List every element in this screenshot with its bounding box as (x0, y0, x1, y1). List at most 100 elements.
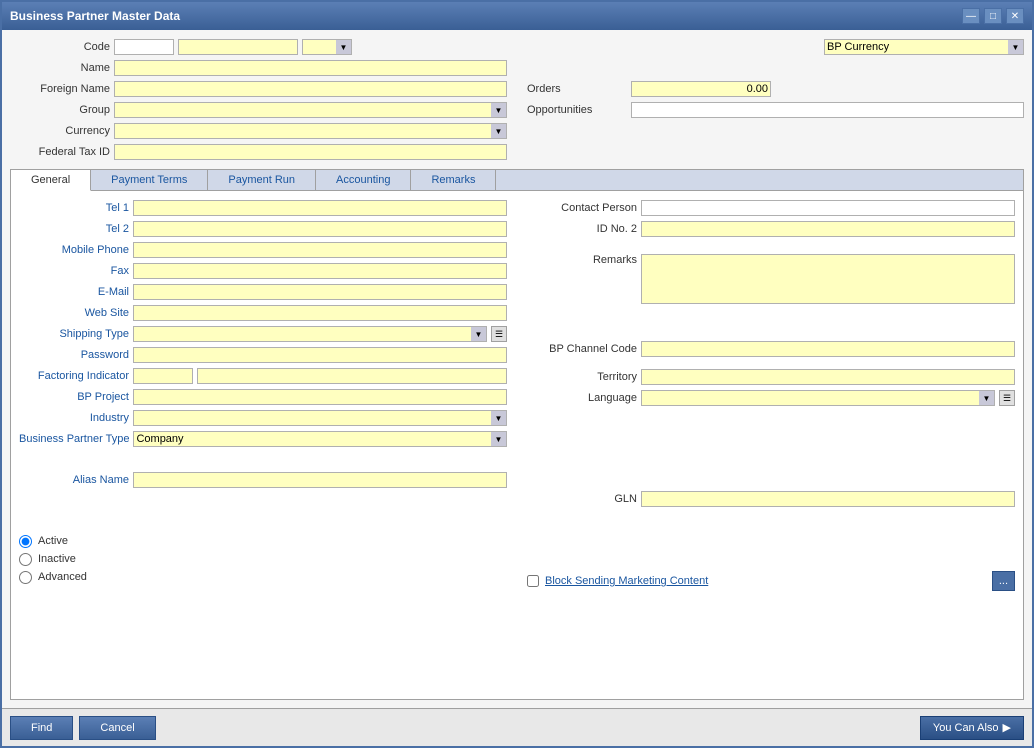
alias-row: Alias Name (19, 471, 507, 489)
password-input[interactable] (133, 347, 507, 363)
code-input1[interactable] (114, 39, 174, 55)
id-no2-input[interactable] (641, 221, 1015, 237)
minimize-button[interactable]: — (962, 8, 980, 24)
territory-row: Territory (527, 368, 1015, 386)
group-label: Group (10, 104, 110, 116)
tab-accounting[interactable]: Accounting (316, 170, 411, 190)
tab-general[interactable]: General (11, 170, 91, 191)
opportunities-label: Opportunities (527, 104, 627, 116)
title-bar: Business Partner Master Data — □ ✕ (2, 2, 1032, 30)
code-select[interactable] (302, 39, 352, 55)
language-select[interactable] (641, 390, 995, 406)
bp-type-select[interactable]: Company (133, 431, 507, 447)
fax-input[interactable] (133, 263, 507, 279)
advanced-radio[interactable] (19, 571, 32, 584)
mobile-input[interactable] (133, 242, 507, 258)
bp-channel-label: BP Channel Code (527, 343, 637, 355)
opportunities-row: Opportunities (527, 101, 1024, 119)
group-row: Group ▼ (10, 101, 507, 119)
active-radio-row: Active (19, 532, 507, 550)
territory-label: Territory (527, 371, 637, 383)
bp-project-label: BP Project (19, 391, 129, 403)
industry-select[interactable] (133, 410, 507, 426)
bp-project-input[interactable] (133, 389, 507, 405)
contact-person-input[interactable] (641, 200, 1015, 216)
factoring-input1[interactable] (133, 368, 193, 384)
shipping-select[interactable] (133, 326, 487, 342)
tel1-row: Tel 1 (19, 199, 507, 217)
code-label: Code (10, 41, 110, 53)
main-window: Business Partner Master Data — □ ✕ Code … (0, 0, 1034, 748)
you-can-also-label: You Can Also (933, 722, 999, 734)
bp-channel-input[interactable] (641, 341, 1015, 357)
tab-payment-run[interactable]: Payment Run (208, 170, 316, 190)
email-input[interactable] (133, 284, 507, 300)
tel1-input[interactable] (133, 200, 507, 216)
bp-project-row: BP Project (19, 388, 507, 406)
left-form: Code ▼ Name Foreign Name (10, 38, 507, 161)
orders-input[interactable] (631, 81, 771, 97)
bp-currency-row: BP Currency ▼ (527, 38, 1024, 56)
tab-remarks[interactable]: Remarks (411, 170, 496, 190)
foreign-name-label: Foreign Name (10, 83, 110, 95)
website-label: Web Site (19, 307, 129, 319)
name-input[interactable] (114, 60, 507, 76)
window-title: Business Partner Master Data (10, 9, 180, 23)
website-input[interactable] (133, 305, 507, 321)
factoring-input2[interactable] (197, 368, 507, 384)
opportunities-input[interactable] (631, 102, 1024, 118)
factoring-label: Factoring Indicator (19, 370, 129, 382)
inactive-radio-row: Inactive (19, 550, 507, 568)
foreign-name-input[interactable] (114, 81, 507, 97)
advanced-label: Advanced (38, 571, 87, 583)
currency-select[interactable] (114, 123, 507, 139)
group-select[interactable] (114, 102, 507, 118)
bottom-left-buttons: Find Cancel (10, 716, 156, 740)
password-label: Password (19, 349, 129, 361)
content-area: Code ▼ Name Foreign Name (2, 30, 1032, 708)
cancel-button[interactable]: Cancel (79, 716, 155, 740)
alias-input[interactable] (133, 472, 507, 488)
you-can-also-arrow: ▶ (1003, 721, 1011, 734)
advanced-radio-row: Advanced (19, 568, 507, 586)
active-radio[interactable] (19, 535, 32, 548)
code-input2[interactable] (178, 39, 298, 55)
bp-type-row: Business Partner Type Company ▼ (19, 430, 507, 448)
federal-tax-input[interactable] (114, 144, 507, 160)
marketing-ellipsis-btn[interactable]: ... (992, 571, 1015, 591)
mobile-row: Mobile Phone (19, 241, 507, 259)
foreign-name-row: Foreign Name (10, 80, 507, 98)
gln-input[interactable] (641, 491, 1015, 507)
tel1-label: Tel 1 (19, 202, 129, 214)
website-row: Web Site (19, 304, 507, 322)
id-no2-row: ID No. 2 (527, 220, 1015, 238)
orders-row: Orders (527, 80, 1024, 98)
tab-payment-terms[interactable]: Payment Terms (91, 170, 208, 190)
mobile-label: Mobile Phone (19, 244, 129, 256)
currency-label: Currency (10, 125, 110, 137)
contact-person-label: Contact Person (527, 202, 637, 214)
tel2-input[interactable] (133, 221, 507, 237)
tel2-label: Tel 2 (19, 223, 129, 235)
code-row: Code ▼ (10, 38, 507, 56)
federal-tax-row: Federal Tax ID (10, 143, 507, 161)
shipping-list-icon[interactable]: ☰ (491, 326, 507, 342)
bp-currency-select[interactable]: BP Currency (824, 39, 1024, 55)
maximize-button[interactable]: □ (984, 8, 1002, 24)
marketing-label: Block Sending Marketing Content (545, 575, 708, 587)
currency-row: Currency ▼ (10, 122, 507, 140)
you-can-also-button[interactable]: You Can Also ▶ (920, 716, 1024, 740)
language-row: Language ▼ ☰ (527, 389, 1015, 407)
tel2-row: Tel 2 (19, 220, 507, 238)
remarks-textarea[interactable] (641, 254, 1015, 304)
territory-input[interactable] (641, 369, 1015, 385)
marketing-checkbox[interactable] (527, 575, 539, 587)
industry-label: Industry (19, 412, 129, 424)
password-row: Password (19, 346, 507, 364)
email-label: E-Mail (19, 286, 129, 298)
shipping-label: Shipping Type (19, 328, 129, 340)
find-button[interactable]: Find (10, 716, 73, 740)
close-button[interactable]: ✕ (1006, 8, 1024, 24)
inactive-radio[interactable] (19, 553, 32, 566)
language-list-icon[interactable]: ☰ (999, 390, 1015, 406)
